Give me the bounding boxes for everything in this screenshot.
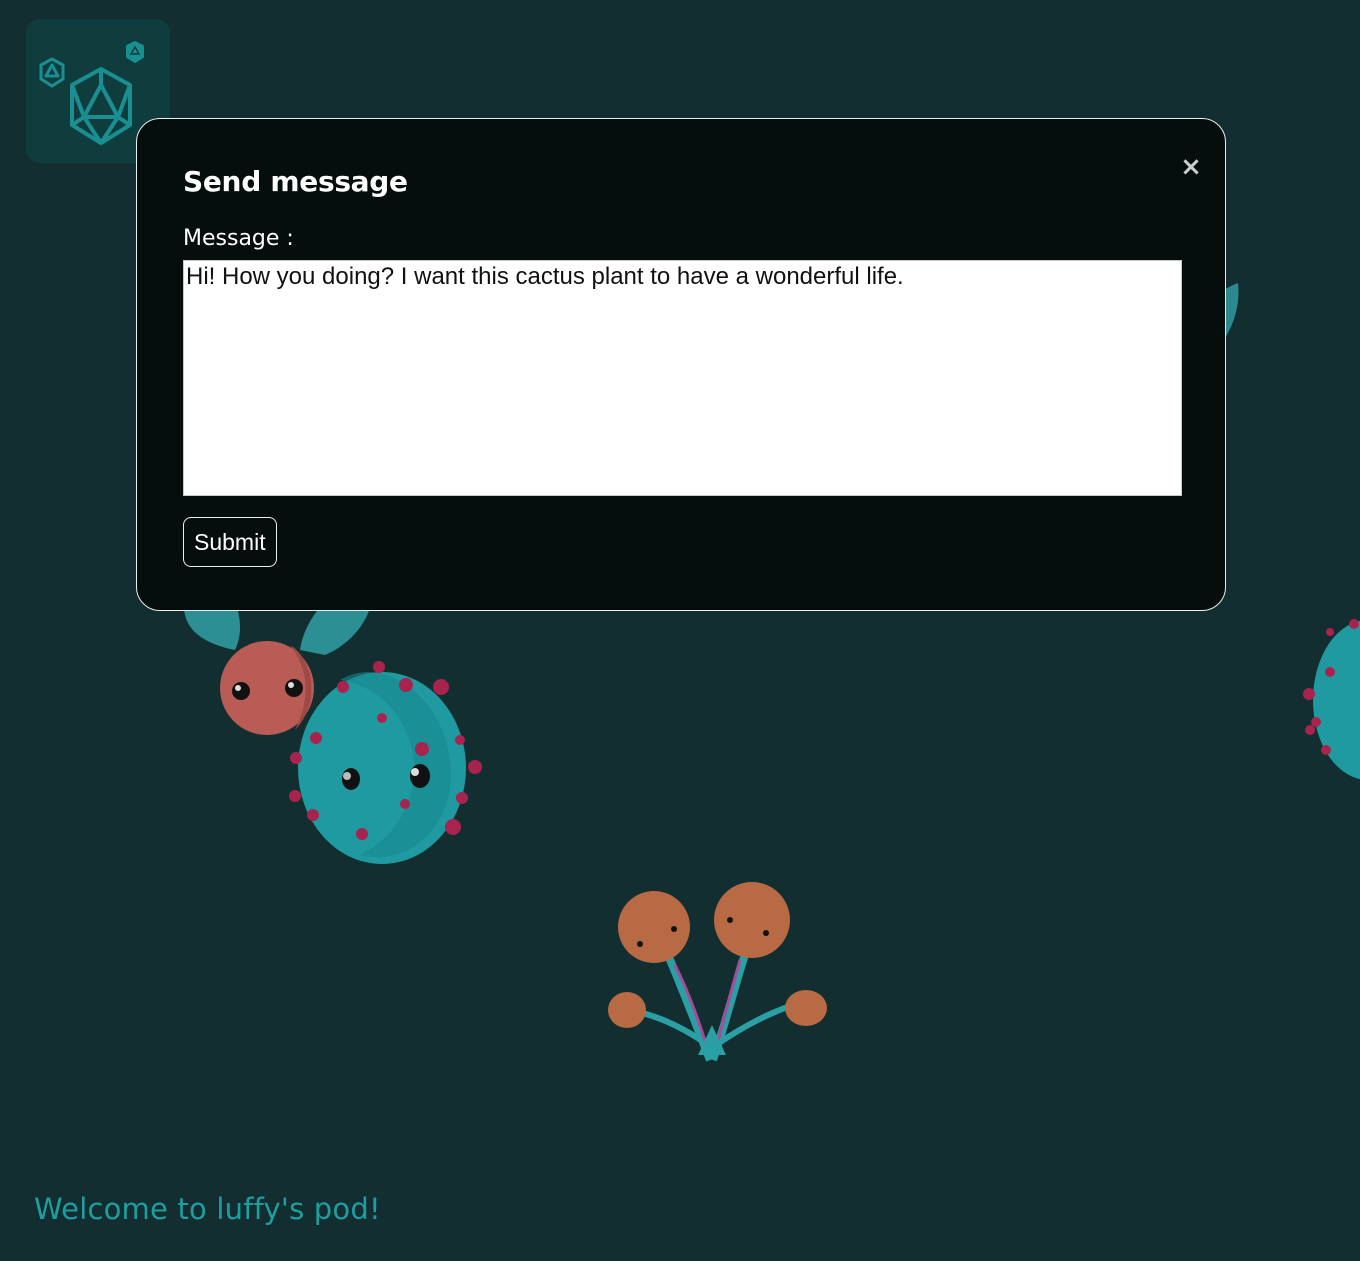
send-message-modal: Send message × Message : Hi! How you doi… [136,118,1226,611]
message-label: Message : [183,226,294,251]
submit-button[interactable]: Submit [183,517,277,567]
pod-page: Send message × Message : Hi! How you doi… [0,0,1360,1261]
close-icon[interactable]: × [1179,154,1203,180]
mushroom-plant [608,882,827,1062]
edge-cactus-plant [1303,619,1360,780]
welcome-message: Welcome to luffy's pod! [34,1192,381,1226]
message-textarea[interactable]: Hi! How you doing? I want this cactus pl… [183,260,1182,496]
modal-title: Send message [183,165,408,198]
